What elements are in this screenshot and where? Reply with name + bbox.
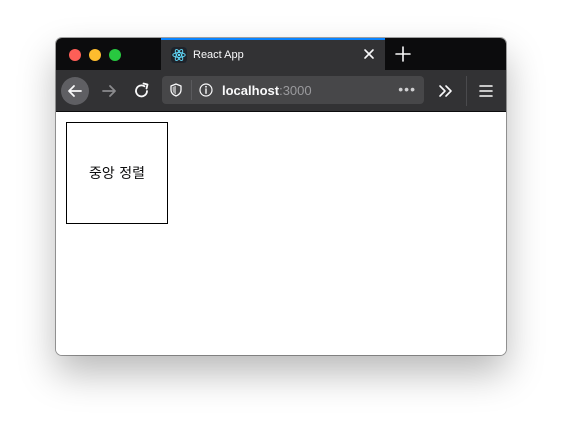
reload-icon[interactable] xyxy=(128,77,156,105)
centered-box-text: 중앙 정렬 xyxy=(89,166,145,182)
url-bar[interactable]: localhost:3000 ••• xyxy=(162,76,424,104)
window-close-button[interactable] xyxy=(69,49,81,61)
tab-react-app[interactable]: React App xyxy=(161,38,385,70)
new-tab-plus-icon[interactable] xyxy=(393,44,413,64)
react-logo-icon xyxy=(171,47,187,63)
tab-title: React App xyxy=(193,49,244,61)
url-text[interactable]: localhost:3000 xyxy=(222,83,312,98)
window-maximize-button[interactable] xyxy=(109,49,121,61)
toolbar-overflow-chevrons-icon[interactable] xyxy=(434,77,458,105)
tab-close-icon[interactable] xyxy=(361,46,377,62)
page-content: 중앙 정렬 xyxy=(56,112,506,355)
toolbar-divider xyxy=(466,76,467,106)
hamburger-menu-icon[interactable] xyxy=(474,77,498,105)
browser-window: React App localhost:3000 ••• 중앙 정렬 xyxy=(56,38,506,355)
window-minimize-button[interactable] xyxy=(89,49,101,61)
tracking-protection-shield-icon[interactable] xyxy=(168,82,184,98)
page-actions-menu-icon[interactable]: ••• xyxy=(398,80,416,98)
back-arrow-icon[interactable] xyxy=(61,77,89,105)
site-info-icon[interactable] xyxy=(198,82,214,98)
forward-arrow-icon[interactable] xyxy=(96,77,124,105)
navigation-toolbar: localhost:3000 ••• xyxy=(56,70,506,112)
url-bar-separator xyxy=(191,80,192,100)
url-host: localhost xyxy=(222,83,280,98)
centered-box: 중앙 정렬 xyxy=(66,122,168,224)
title-bar: React App xyxy=(56,38,506,70)
url-port: :3000 xyxy=(279,83,312,98)
